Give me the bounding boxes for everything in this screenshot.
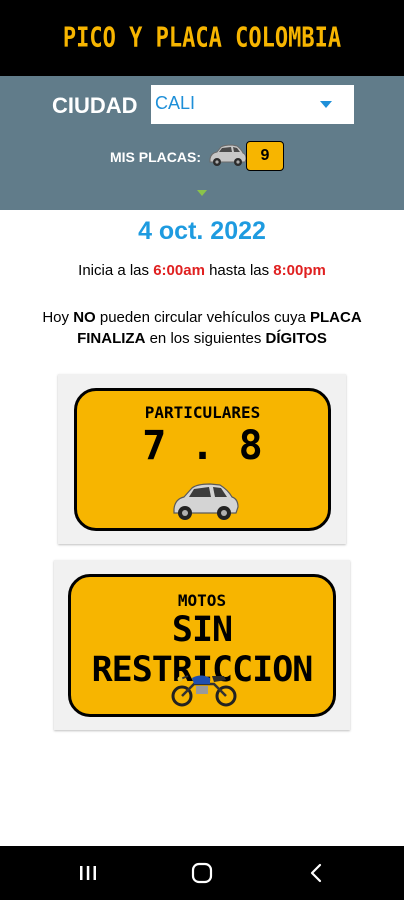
plate-motos: MOTOS SIN RESTRICCION (68, 574, 336, 717)
restriction-notice: Hoy NO pueden circular vehículos cuya PL… (42, 309, 362, 347)
motorcycle-icon (171, 675, 237, 707)
restricted-digits: 7 . 8 (142, 423, 263, 469)
city-label: CIUDAD (52, 93, 138, 118)
car-icon (173, 483, 239, 520)
chevron-down-icon (320, 101, 332, 108)
back-button[interactable] (286, 846, 346, 900)
app-header: PICO Y PLACA COLOMBIA (0, 0, 404, 76)
plate-title: PARTICULARES (144, 403, 261, 422)
app-title: PICO Y PLACA COLOMBIA (62, 22, 342, 54)
end-time: 8:00pm (273, 262, 326, 279)
car-icon (209, 144, 247, 166)
home-button[interactable] (172, 846, 232, 900)
card-motos[interactable]: MOTOS SIN RESTRICCION (54, 560, 350, 730)
city-selected-value: CALI (155, 93, 196, 113)
back-icon (310, 863, 322, 883)
plate-title: MOTOS (177, 591, 227, 610)
home-icon (191, 862, 213, 884)
card-particulares[interactable]: PARTICULARES 7 . 8 (58, 374, 346, 544)
city-dropdown[interactable]: CALI (151, 85, 354, 124)
recents-button[interactable] (58, 846, 118, 900)
plate-particulares: PARTICULARES 7 . 8 (74, 388, 331, 531)
current-date: 4 oct. 2022 (138, 217, 266, 245)
my-plates-label: MIS PLACAS: (110, 149, 201, 165)
recents-icon (80, 866, 96, 880)
schedule-text: Inicia a las 6:00am hasta las 8:00pm (78, 262, 326, 279)
system-nav-bar (0, 846, 404, 900)
my-plate-digit[interactable]: 9 (246, 141, 284, 171)
expand-arrow-icon[interactable] (197, 190, 207, 196)
start-time: 6:00am (153, 262, 205, 279)
